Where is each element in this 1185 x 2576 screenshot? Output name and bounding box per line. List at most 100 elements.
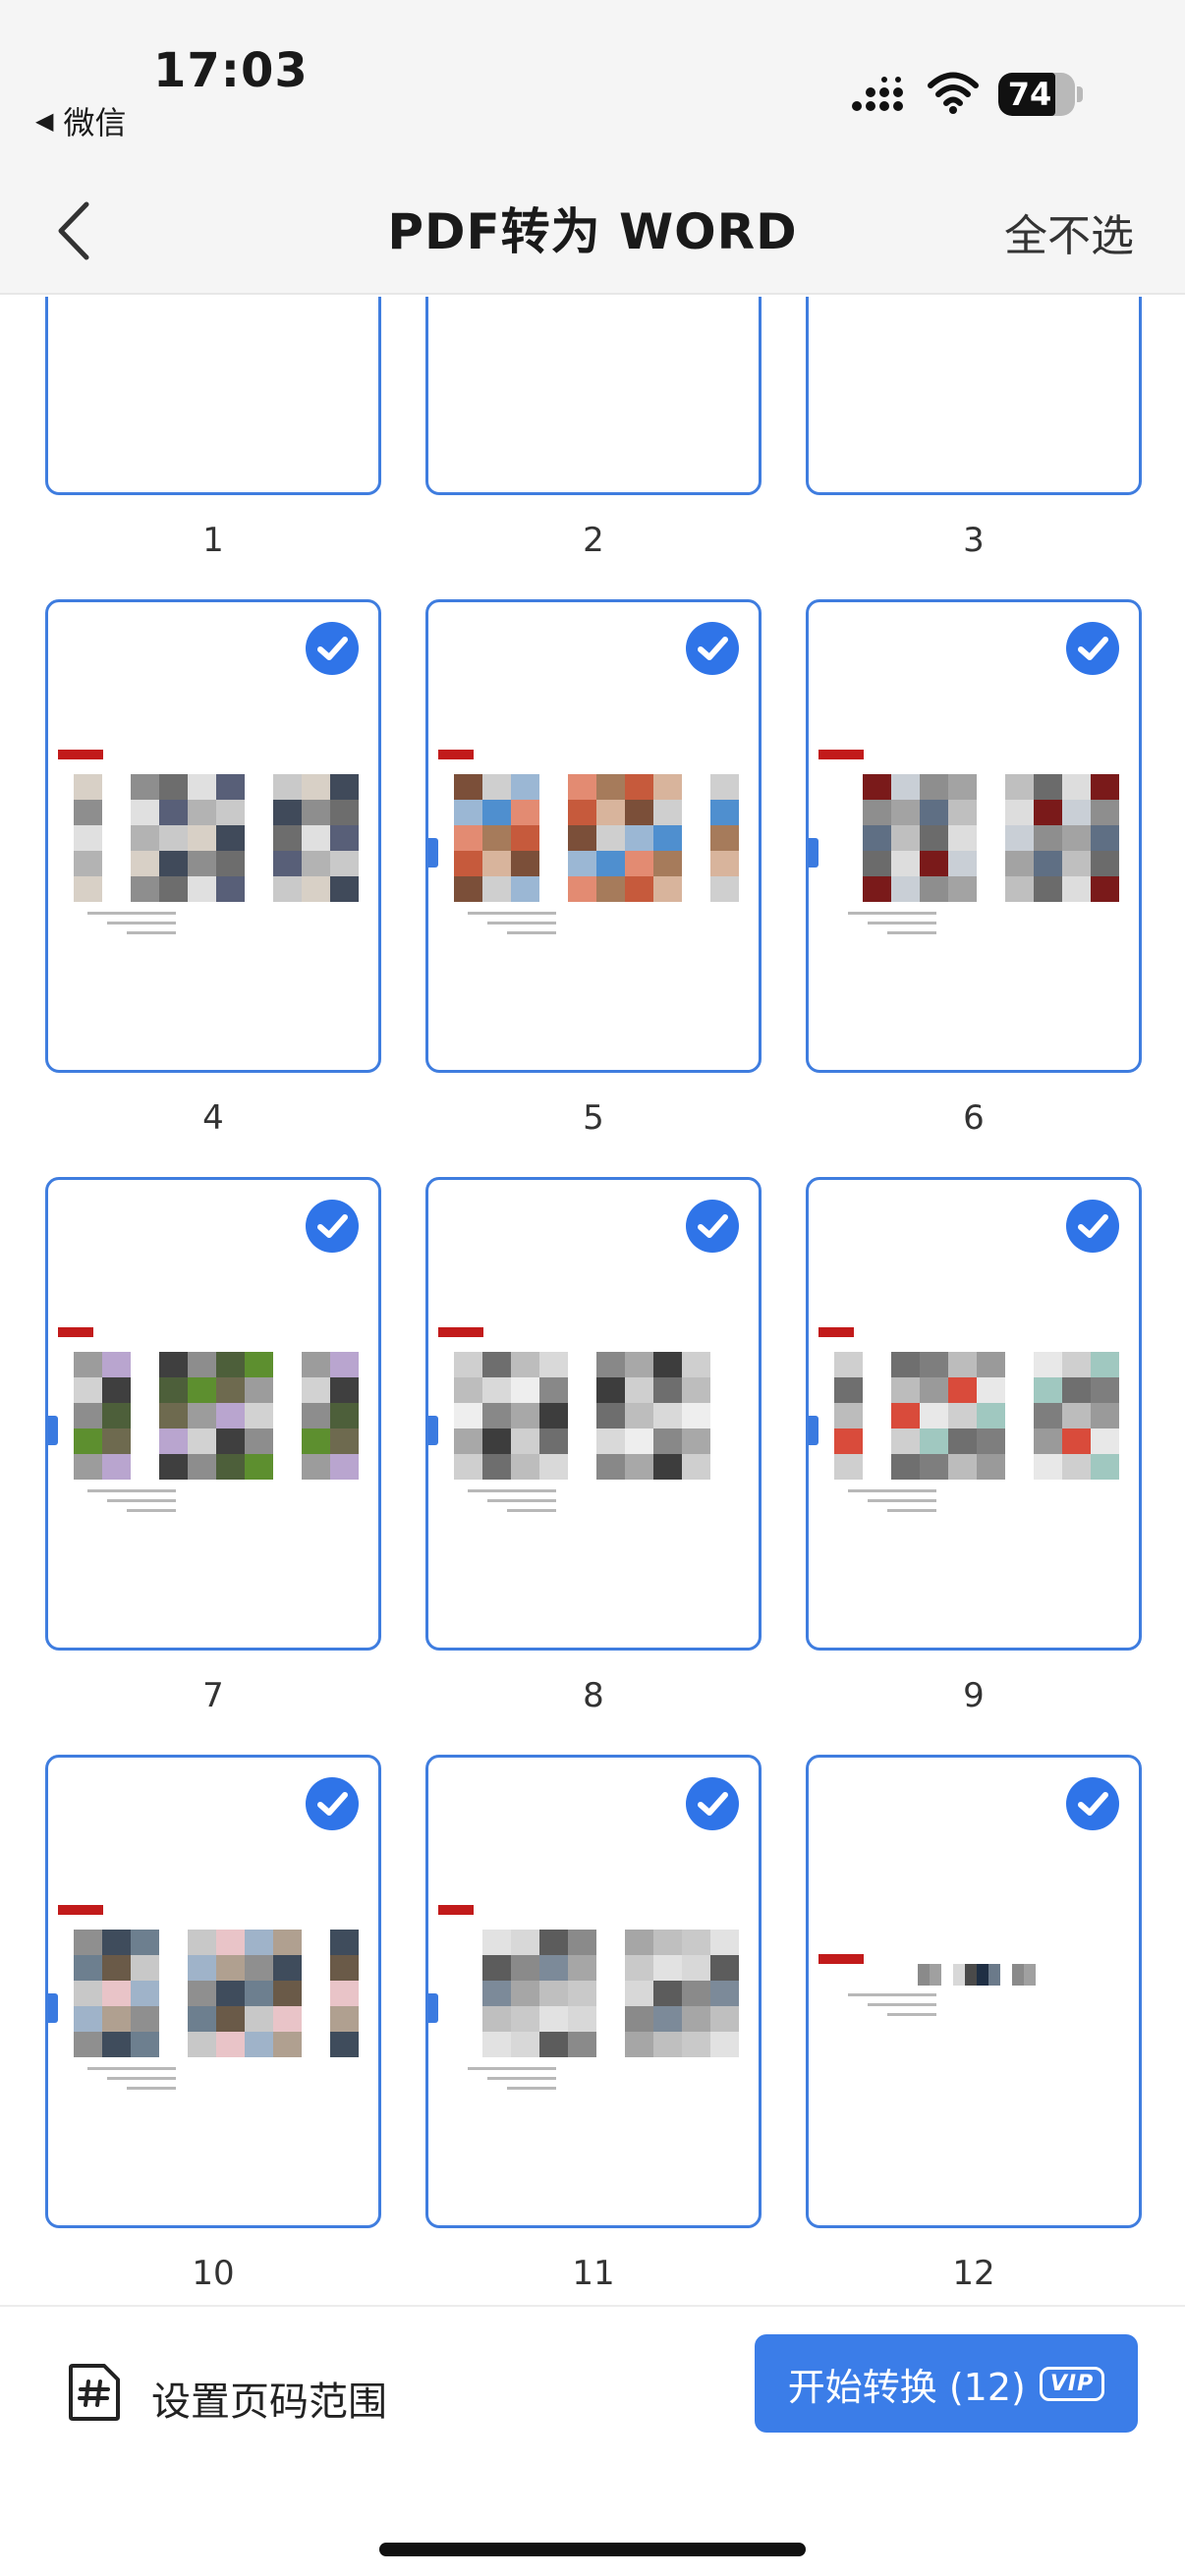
thumbnail-text-line bbox=[468, 2067, 556, 2070]
thumbnail-text-line bbox=[487, 2077, 556, 2080]
thumbnail-content-preview bbox=[74, 774, 359, 902]
bottom-bar: 设置页码范围 开始转换 (12) VIP bbox=[0, 2305, 1185, 2576]
thumbnail-text-line bbox=[848, 1993, 936, 1996]
page-number-label: 9 bbox=[963, 1676, 985, 1715]
page-thumbnail-item[interactable]: 11 bbox=[425, 1755, 762, 2293]
thumbnail-heading-mark bbox=[438, 1905, 474, 1915]
thumbnail-text-line bbox=[87, 1489, 176, 1492]
start-conversion-button[interactable]: 开始转换 (12) VIP bbox=[755, 2334, 1138, 2433]
page-range-button[interactable]: 设置页码范围 bbox=[151, 2370, 387, 2427]
back-to-app-link[interactable]: ◀ 微信 bbox=[35, 98, 126, 143]
page-thumbnail-item[interactable]: 9 bbox=[806, 1177, 1142, 1715]
vip-badge: VIP bbox=[1039, 2366, 1105, 2401]
thumbnail-text-line bbox=[127, 931, 176, 934]
checkmark-circle-icon[interactable] bbox=[1066, 1200, 1119, 1253]
cellular-signal-icon bbox=[852, 77, 903, 111]
thumbnail-text-line bbox=[887, 931, 936, 934]
back-app-label: 微信 bbox=[63, 104, 127, 141]
page-number-label: 8 bbox=[583, 1676, 604, 1715]
thumbnail-edge-artifact bbox=[48, 1416, 58, 1445]
thumbnail-edge-artifact bbox=[809, 1416, 818, 1445]
thumbnail-text-line bbox=[107, 922, 176, 924]
page-thumbnail-grid: 1 2 3 4 5 6 7 8 9 10 11 12 bbox=[0, 297, 1185, 2306]
checkmark-circle-icon[interactable] bbox=[686, 1200, 739, 1253]
thumbnail-text-line bbox=[848, 1489, 936, 1492]
hash-document-icon[interactable] bbox=[67, 2362, 122, 2423]
page-thumbnail[interactable] bbox=[45, 1177, 381, 1651]
page-thumbnail[interactable] bbox=[45, 297, 381, 495]
page-thumbnail[interactable] bbox=[425, 599, 762, 1073]
page-thumbnail[interactable] bbox=[425, 1755, 762, 2228]
page-thumbnail-item[interactable]: 5 bbox=[425, 599, 762, 1138]
page-thumbnail-item[interactable]: 2 bbox=[425, 297, 762, 560]
thumbnail-heading-mark bbox=[438, 1327, 483, 1337]
page-number-label: 11 bbox=[572, 2254, 615, 2293]
thumbnail-content-preview bbox=[918, 1964, 1036, 1986]
thumbnail-heading-mark bbox=[818, 750, 864, 759]
thumbnail-text-line bbox=[887, 1509, 936, 1512]
checkmark-circle-icon[interactable] bbox=[1066, 1777, 1119, 1830]
page-number-label: 5 bbox=[583, 1098, 604, 1138]
checkmark-circle-icon[interactable] bbox=[686, 1777, 739, 1830]
thumbnail-text-line bbox=[127, 1509, 176, 1512]
checkmark-circle-icon[interactable] bbox=[306, 1777, 359, 1830]
thumbnail-edge-artifact bbox=[428, 838, 438, 868]
thumbnail-text-line bbox=[468, 912, 556, 915]
page-thumbnail[interactable] bbox=[45, 599, 381, 1073]
thumbnail-content-preview bbox=[74, 1352, 359, 1480]
home-indicator bbox=[379, 2543, 806, 2556]
page-thumbnail[interactable] bbox=[806, 297, 1142, 495]
thumbnail-heading-mark bbox=[438, 750, 474, 759]
page-number-label: 10 bbox=[192, 2254, 235, 2293]
page-thumbnail-item[interactable]: 6 bbox=[806, 599, 1142, 1138]
top-bar: 17:03 ◀ 微信 74 PDF转为 WORD 全不选 bbox=[0, 0, 1185, 295]
battery-percent: 74 bbox=[1007, 76, 1052, 113]
page-thumbnail[interactable] bbox=[806, 1755, 1142, 2228]
page-number-label: 12 bbox=[952, 2254, 995, 2293]
thumbnail-content-preview bbox=[834, 1352, 1119, 1480]
thumbnail-text-line bbox=[107, 2077, 176, 2080]
page-thumbnail-item[interactable]: 1 bbox=[45, 297, 381, 560]
page-thumbnail[interactable] bbox=[806, 1177, 1142, 1651]
deselect-all-button[interactable]: 全不选 bbox=[1004, 200, 1134, 263]
checkmark-circle-icon[interactable] bbox=[306, 1200, 359, 1253]
checkmark-circle-icon[interactable] bbox=[306, 622, 359, 675]
back-chevron-icon[interactable] bbox=[49, 196, 98, 265]
thumbnail-edge-artifact bbox=[809, 838, 818, 868]
page-thumbnail-item[interactable]: 12 bbox=[806, 1755, 1142, 2293]
thumbnail-content-preview bbox=[834, 774, 1119, 902]
thumbnail-text-line bbox=[468, 1489, 556, 1492]
page-thumbnail-item[interactable]: 8 bbox=[425, 1177, 762, 1715]
thumbnail-heading-mark bbox=[818, 1327, 854, 1337]
thumbnail-content-preview bbox=[454, 774, 739, 902]
thumbnail-text-line bbox=[87, 912, 176, 915]
checkmark-circle-icon[interactable] bbox=[1066, 622, 1119, 675]
thumbnail-content-preview bbox=[454, 1352, 739, 1480]
page-thumbnail[interactable] bbox=[425, 297, 762, 495]
thumbnail-content-preview bbox=[454, 1930, 739, 2057]
thumbnail-edge-artifact bbox=[48, 1993, 58, 2023]
page-number-label: 6 bbox=[963, 1098, 985, 1138]
page-thumbnail[interactable] bbox=[806, 599, 1142, 1073]
start-conversion-label: 开始转换 (12) bbox=[787, 2365, 1026, 2409]
thumbnail-heading-mark bbox=[58, 750, 103, 759]
page-number-label: 1 bbox=[202, 521, 224, 560]
thumbnail-text-line bbox=[868, 2003, 936, 2006]
thumbnail-text-line bbox=[507, 1509, 556, 1512]
checkmark-circle-icon[interactable] bbox=[686, 622, 739, 675]
thumbnail-text-line bbox=[887, 2013, 936, 2016]
page-thumbnail-item[interactable]: 10 bbox=[45, 1755, 381, 2293]
thumbnail-edge-artifact bbox=[428, 1416, 438, 1445]
page-number-label: 7 bbox=[202, 1676, 224, 1715]
page-thumbnail-item[interactable]: 3 bbox=[806, 297, 1142, 560]
page-number-label: 4 bbox=[202, 1098, 224, 1138]
page-thumbnail[interactable] bbox=[425, 1177, 762, 1651]
battery-icon: 74 bbox=[998, 73, 1083, 116]
thumbnail-heading-mark bbox=[58, 1905, 103, 1915]
page-thumbnail-item[interactable]: 7 bbox=[45, 1177, 381, 1715]
page-thumbnail[interactable] bbox=[45, 1755, 381, 2228]
thumbnail-text-line bbox=[507, 931, 556, 934]
thumbnail-heading-mark bbox=[818, 1954, 864, 1964]
page-thumbnail-item[interactable]: 4 bbox=[45, 599, 381, 1138]
thumbnail-text-line bbox=[848, 912, 936, 915]
